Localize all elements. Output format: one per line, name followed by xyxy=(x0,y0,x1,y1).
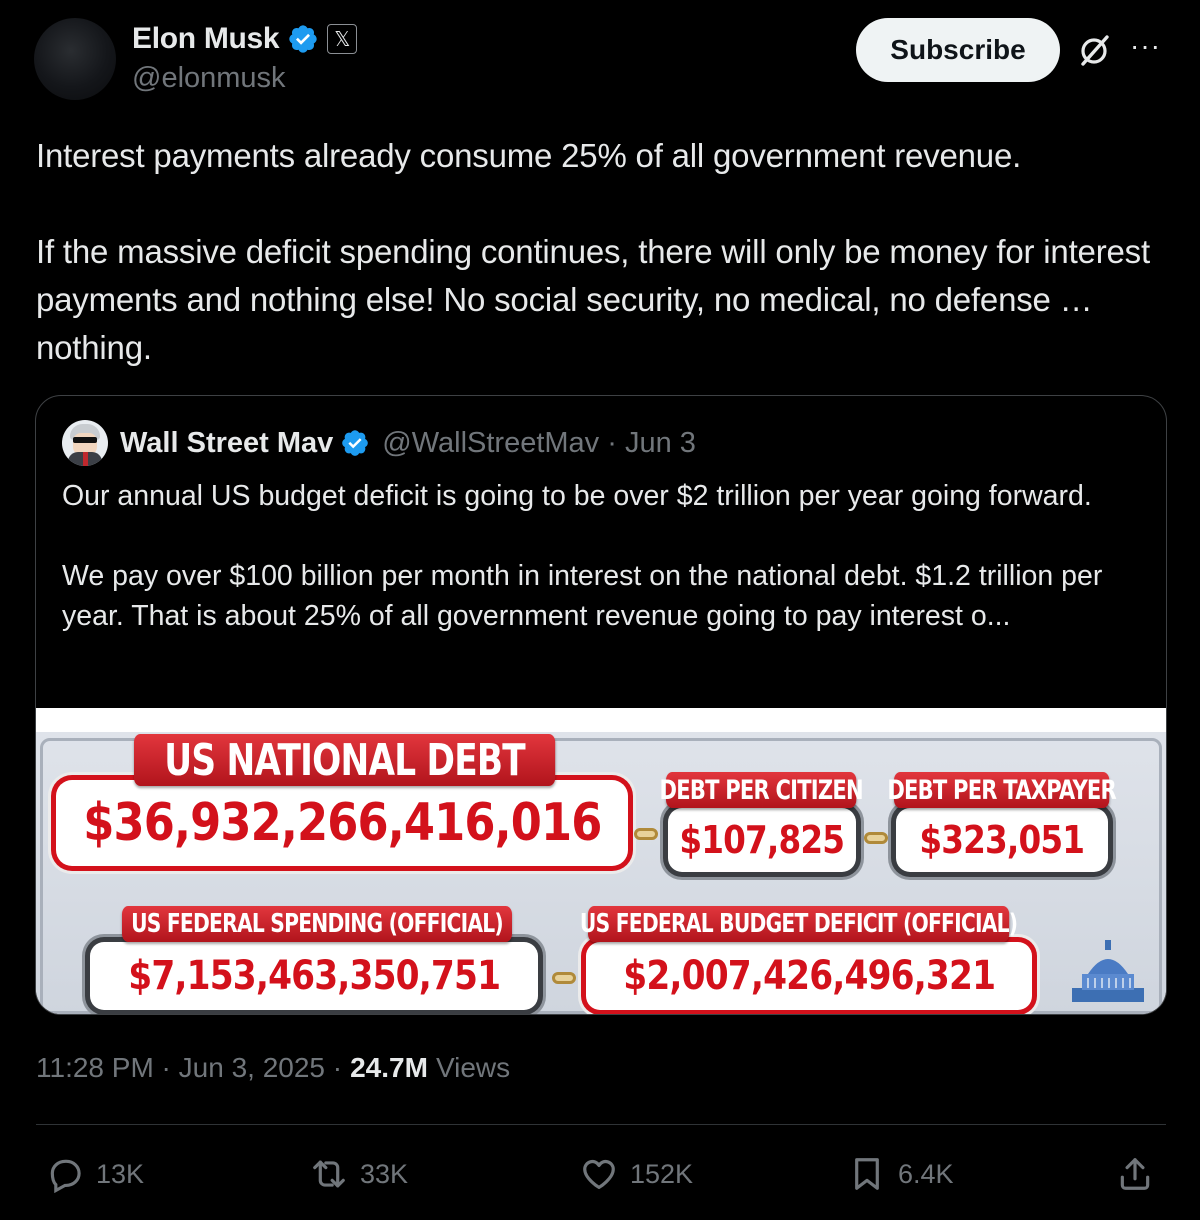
quoted-author-name[interactable]: Wall Street Mav xyxy=(120,427,333,460)
bookmark-icon xyxy=(855,1158,879,1190)
more-icon[interactable]: ··· xyxy=(1130,32,1164,64)
post-text: Interest payments already consume 25% of… xyxy=(36,137,1150,366)
per-citizen-label: DEBT PER CITIZEN xyxy=(660,772,864,808)
capitol-icon xyxy=(1072,940,1144,1002)
author-avatar[interactable] xyxy=(34,18,116,100)
author-handle[interactable]: @elonmusk xyxy=(132,62,357,95)
spending-value: $7,153,463,350,751 xyxy=(128,953,501,999)
like-button[interactable]: 152K xyxy=(580,1146,693,1202)
national-debt-box: $36,932,266,416,016 xyxy=(56,780,628,866)
spending-label: US FEDERAL SPENDING (OFFICIAL) xyxy=(122,906,512,942)
per-taxpayer-value: $323,051 xyxy=(919,818,1086,862)
per-citizen-box: $107,825 xyxy=(668,808,856,872)
per-taxpayer-box: $323,051 xyxy=(896,808,1108,872)
reply-button[interactable]: 13K xyxy=(46,1146,144,1202)
chain-link xyxy=(552,972,576,984)
quoted-post[interactable]: Wall Street Mav @WallStreetMav · Jun 3 O… xyxy=(35,395,1167,1015)
views-label: Views xyxy=(435,1052,511,1083)
chain-link xyxy=(864,832,888,844)
like-icon xyxy=(583,1159,615,1190)
author-block: Elon Musk 𝕏 @elonmusk xyxy=(132,20,358,95)
reply-count: 13K xyxy=(96,1158,145,1189)
national-debt-value: $36,932,266,416,016 xyxy=(82,793,602,853)
deficit-value: $2,007,426,496,321 xyxy=(623,953,996,999)
national-debt-label: US NATIONAL DEBT xyxy=(134,734,556,786)
quoted-author-handle[interactable]: @WallStreetMav · Jun 3 xyxy=(382,427,696,460)
quoted-post-image[interactable]: $36,932,266,416,016 US NATIONAL DEBT $10… xyxy=(36,708,1166,1014)
share-icon xyxy=(1120,1158,1150,1190)
deficit-label: US FEDERAL BUDGET DEFICIT (OFFICIAL) xyxy=(580,906,1018,942)
chain-link xyxy=(634,828,658,840)
author-name[interactable]: Elon Musk xyxy=(132,22,280,56)
quoted-post-header: Wall Street Mav @WallStreetMav · Jun 3 xyxy=(62,420,696,466)
quoted-post-text: Our annual US budget deficit is going to… xyxy=(62,480,1103,632)
post-timestamp[interactable]: 11:28 PM · Jun 3, 2025 · xyxy=(36,1052,342,1084)
verified-icon xyxy=(342,430,369,456)
per-citizen-value: $107,825 xyxy=(679,818,846,862)
like-count: 152K xyxy=(630,1158,694,1189)
repost-button[interactable]: 33K xyxy=(310,1146,408,1202)
verified-icon xyxy=(289,25,317,53)
affiliation-badge[interactable]: 𝕏 xyxy=(327,24,358,54)
bookmark-count: 6.4K xyxy=(898,1158,954,1189)
share-button[interactable] xyxy=(1116,1146,1166,1202)
repost-icon xyxy=(313,1160,345,1188)
subscribe-button[interactable]: Subscribe xyxy=(856,18,1060,82)
repost-count: 33K xyxy=(360,1158,409,1189)
divider xyxy=(36,1124,1166,1125)
views-count: 24.7M xyxy=(350,1052,428,1083)
bookmark-button[interactable]: 6.4K xyxy=(848,1146,954,1202)
action-bar: 13K 33K 152K 6.4K xyxy=(0,1146,1200,1202)
per-taxpayer-label: DEBT PER TAXPAYER xyxy=(887,772,1117,808)
post-meta: 11:28 PM · Jun 3, 2025 · 24.7M Views xyxy=(36,1052,510,1084)
spending-box: $7,153,463,350,751 xyxy=(90,942,538,1010)
grok-icon[interactable] xyxy=(1076,32,1112,68)
debt-clock-panel: $36,932,266,416,016 US NATIONAL DEBT $10… xyxy=(36,732,1166,1014)
deficit-box: $2,007,426,496,321 xyxy=(586,942,1032,1010)
reply-icon xyxy=(50,1159,81,1193)
quoted-author-avatar[interactable] xyxy=(62,420,108,466)
